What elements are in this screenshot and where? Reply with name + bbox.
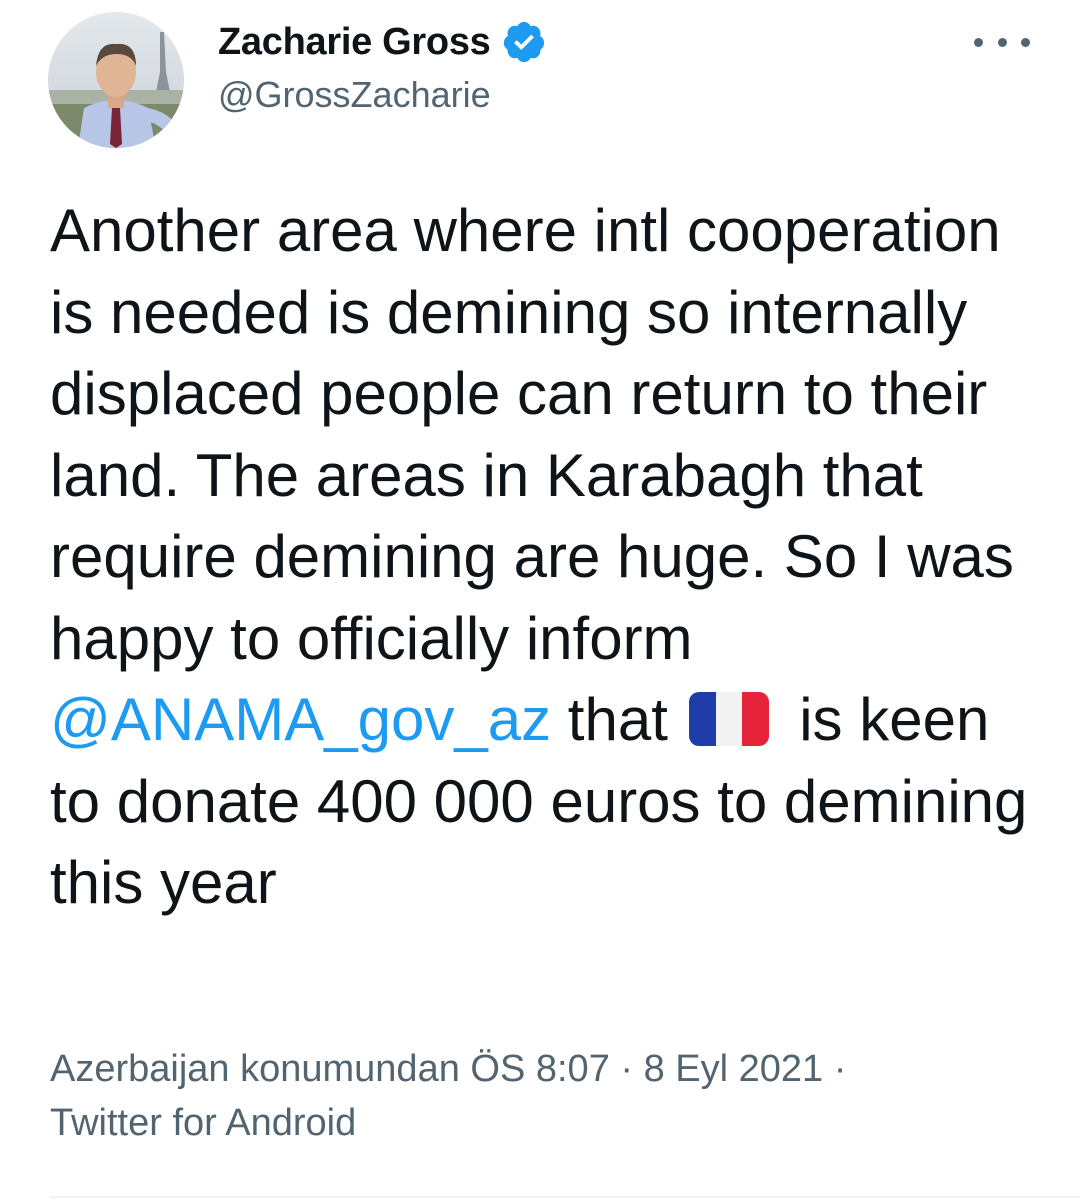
tweet-source[interactable]: Twitter for Android <box>50 1102 356 1144</box>
author-handle[interactable]: @GrossZacharie <box>218 74 491 116</box>
french-flag-icon <box>688 692 769 746</box>
meta-separator: · <box>620 1048 634 1090</box>
tweet-date[interactable]: 8 Eyl 2021 <box>644 1048 824 1090</box>
more-options-icon[interactable] <box>974 28 1030 56</box>
mention-link[interactable]: @ANAMA_gov_az <box>50 686 551 753</box>
tweet: Zacharie Gross @GrossZacharie Another ar… <box>0 0 1080 1200</box>
author-display-name[interactable]: Zacharie Gross <box>218 21 491 64</box>
tweet-text-part-1: Another area where intl cooperation is n… <box>50 197 1014 672</box>
tweet-text-part-2: that <box>551 686 685 753</box>
tweet-time[interactable]: ÖS 8:07 <box>470 1048 609 1090</box>
tweet-metadata: Azerbaijan konumundan ÖS 8:07 · 8 Eyl 20… <box>50 1042 950 1150</box>
location-text: Azerbaijan konumundan <box>50 1048 460 1090</box>
meta-separator: · <box>833 1048 847 1090</box>
avatar-photo-icon <box>48 12 184 148</box>
tweet-text: Another area where intl cooperation is n… <box>50 190 1050 924</box>
verified-badge-icon <box>503 21 544 63</box>
author-name-row[interactable]: Zacharie Gross <box>218 14 547 70</box>
divider <box>50 1196 1080 1198</box>
avatar[interactable] <box>48 12 184 148</box>
